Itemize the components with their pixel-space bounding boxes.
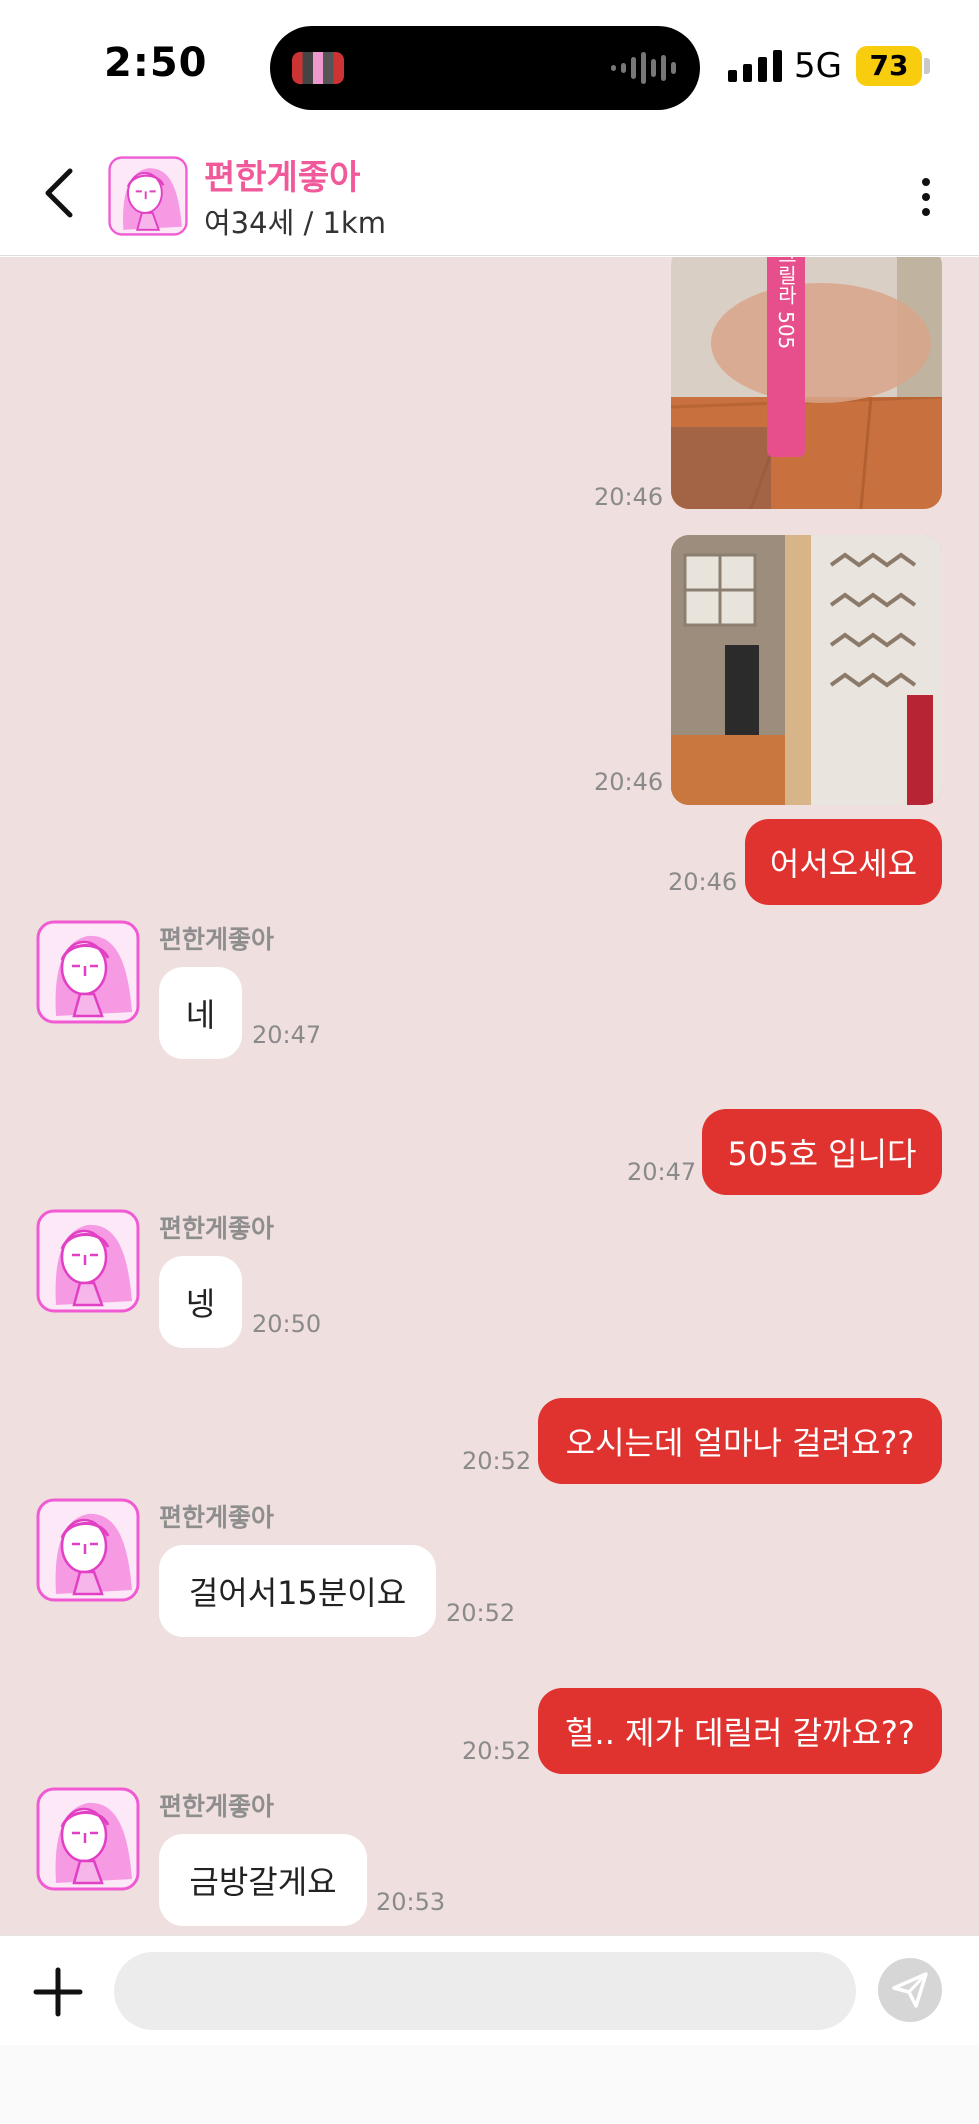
outgoing-message[interactable]: 오시는데 얼마나 걸려요?? xyxy=(538,1398,942,1484)
chat-messages[interactable]: 20:46 샹그릴라 505 20:46 20:46 어서오세요 편한게좋아 네… xyxy=(0,257,979,1935)
message-time: 20:52 xyxy=(446,1599,516,1627)
outgoing-message[interactable]: 어서오세요 xyxy=(745,819,942,905)
status-time: 2:50 xyxy=(104,40,208,86)
message-time: 20:46 xyxy=(668,868,738,896)
avatar[interactable] xyxy=(36,920,140,1024)
message-input[interactable] xyxy=(114,1952,856,2030)
chevron-left-icon xyxy=(45,168,73,218)
header-avatar[interactable] xyxy=(108,156,188,236)
plus-icon xyxy=(33,1967,83,2017)
avatar[interactable] xyxy=(36,1787,140,1891)
back-button[interactable] xyxy=(30,160,90,226)
sender-name: 편한게좋아 xyxy=(159,1792,275,1821)
more-options-button[interactable] xyxy=(906,172,946,222)
status-bar: 2:50 5G 73 xyxy=(0,0,979,130)
incoming-message[interactable]: 네 xyxy=(159,967,242,1059)
sender-name: 편한게좋아 xyxy=(159,925,275,954)
battery-icon xyxy=(924,58,930,74)
message-time: 20:46 xyxy=(594,483,664,511)
message-time: 20:50 xyxy=(252,1310,322,1338)
message-time: 20:47 xyxy=(627,1158,697,1186)
incoming-message[interactable]: 넹 xyxy=(159,1256,242,1348)
message-time: 20:52 xyxy=(462,1737,532,1765)
cellular-signal-icon xyxy=(728,50,782,82)
send-button[interactable] xyxy=(878,1958,942,2022)
attach-button[interactable] xyxy=(28,1962,88,2022)
home-indicator-area xyxy=(0,2045,979,2124)
avatar[interactable] xyxy=(36,1498,140,1602)
message-time: 20:46 xyxy=(594,768,664,796)
audio-waveform-icon xyxy=(611,50,676,86)
header-user-info: 여34세 / 1km xyxy=(204,206,386,240)
message-input-bar xyxy=(0,1935,979,2045)
sent-photo-room[interactable] xyxy=(671,535,942,805)
chat-header: 편한게좋아 여34세 / 1km xyxy=(0,130,979,256)
message-time: 20:52 xyxy=(462,1447,532,1475)
keychain-sign-text: 샹그릴라 505 xyxy=(774,257,798,349)
sender-name: 편한게좋아 xyxy=(159,1503,275,1532)
network-type: 5G xyxy=(794,46,842,86)
message-time: 20:47 xyxy=(252,1021,322,1049)
outgoing-message[interactable]: 505호 입니다 xyxy=(702,1109,942,1195)
header-username: 편한게좋아 xyxy=(204,158,361,198)
message-time: 20:53 xyxy=(376,1888,446,1916)
avatar[interactable] xyxy=(36,1209,140,1313)
battery-level: 73 xyxy=(856,46,922,86)
now-playing-thumbnail xyxy=(292,52,344,84)
more-vertical-icon xyxy=(922,178,930,186)
dynamic-island xyxy=(270,26,700,110)
send-icon xyxy=(892,1972,928,2008)
sent-photo-keychain[interactable]: 샹그릴라 505 xyxy=(671,257,942,509)
outgoing-message[interactable]: 헐.. 제가 데릴러 갈까요?? xyxy=(538,1688,942,1774)
incoming-message[interactable]: 걸어서15분이요 xyxy=(159,1545,436,1637)
sender-name: 편한게좋아 xyxy=(159,1214,275,1243)
incoming-message[interactable]: 금방갈게요 xyxy=(159,1834,367,1926)
